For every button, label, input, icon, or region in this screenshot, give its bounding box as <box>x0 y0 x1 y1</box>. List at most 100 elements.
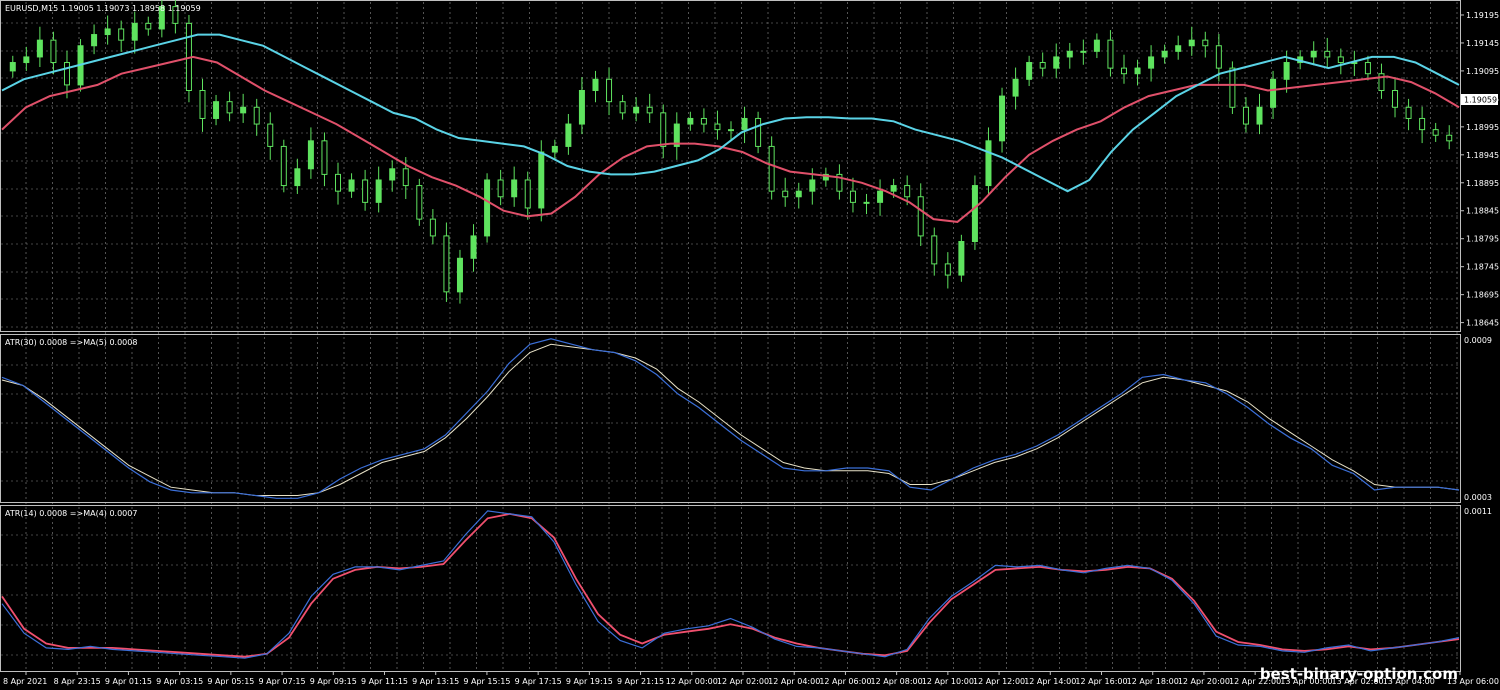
price-pane-frame <box>0 0 1461 332</box>
candle-body <box>741 117 748 131</box>
candle-body <box>362 179 369 203</box>
candle-body <box>1324 50 1331 58</box>
candle-body <box>849 190 856 203</box>
candle-body <box>755 117 762 147</box>
candle-body <box>1202 39 1209 47</box>
time-tick-label: 12 Apr 18:00 <box>1127 677 1179 686</box>
candle-body <box>985 140 992 187</box>
candle-body <box>253 106 260 125</box>
candle-body <box>497 179 504 198</box>
ma-fast-line <box>1 33 1460 193</box>
price-tick-label: 1.18795 <box>1466 235 1499 244</box>
candle-body <box>1256 106 1263 125</box>
candle-body <box>199 89 206 119</box>
candle-body <box>1093 39 1100 52</box>
candle-body <box>917 196 924 237</box>
time-tick-label: 9 Apr 15:15 <box>463 677 510 686</box>
candle-body <box>429 218 436 237</box>
candle-body <box>619 101 626 114</box>
candle-body <box>809 179 816 192</box>
price-axis: 1.191951.191451.190951.190451.189951.189… <box>1460 11 1499 328</box>
atr14-ma-line <box>1 512 1460 658</box>
candle-body <box>768 145 775 192</box>
current-price-label: 1.19059 <box>1464 96 1497 105</box>
candle-body <box>23 56 30 64</box>
candle-body <box>280 145 287 187</box>
candle-body <box>335 173 342 192</box>
candle-body <box>131 22 138 41</box>
time-tick-label: 9 Apr 05:15 <box>207 677 254 686</box>
candle-body <box>1419 117 1426 131</box>
atr14-axis-max: 0.0011 <box>1464 507 1492 516</box>
candle-body <box>1283 62 1290 80</box>
candle-body <box>1446 134 1453 142</box>
candle-body <box>1134 67 1141 75</box>
price-tick-label: 1.18695 <box>1466 291 1499 300</box>
price-tick-label: 1.18745 <box>1466 263 1499 272</box>
candle-body <box>389 168 396 181</box>
candle-body <box>1039 62 1046 69</box>
candle-body <box>646 106 653 114</box>
trading-chart[interactable]: 1.191951.191451.190951.190451.189951.189… <box>0 0 1500 690</box>
time-tick-label: 9 Apr 01:15 <box>105 677 152 686</box>
candle-body <box>971 185 978 243</box>
time-tick-label: 9 Apr 07:15 <box>259 677 306 686</box>
candle-body <box>1242 106 1249 125</box>
candle-body <box>321 140 328 175</box>
candle-body <box>890 185 897 192</box>
time-tick-label: 12 Apr 04:00 <box>768 677 820 686</box>
candle-body <box>267 123 274 147</box>
candle-body <box>1432 129 1439 136</box>
candle-body <box>63 62 70 86</box>
atr30-pane: 0.0009 0.0003 ATR(30) 0.0008 =>MA(5) 0.0… <box>0 334 1492 503</box>
candle-body <box>36 39 43 58</box>
candle-body <box>863 201 870 204</box>
candle-body <box>416 185 423 220</box>
candle-body <box>1053 56 1060 69</box>
candle-body <box>402 168 409 187</box>
time-tick-label: 9 Apr 17:15 <box>515 677 562 686</box>
time-tick-label: 9 Apr 21:15 <box>617 677 664 686</box>
atr30-ma-line <box>1 343 1460 496</box>
time-tick-label: 9 Apr 11:15 <box>361 677 408 686</box>
candle-body <box>714 123 721 131</box>
candle-body <box>1080 50 1087 53</box>
atr14-pane-frame <box>0 505 1461 672</box>
candle-body <box>443 235 450 293</box>
candle-body <box>213 101 220 119</box>
time-tick-label: 12 Apr 08:00 <box>871 677 923 686</box>
candle-body <box>633 106 640 114</box>
candle-body <box>1337 56 1344 64</box>
candle-body <box>1364 62 1371 75</box>
candle-body <box>1148 56 1155 69</box>
atr30-axis-max: 0.0009 <box>1464 336 1492 345</box>
candle-body <box>1310 50 1317 58</box>
candle-body <box>375 179 382 203</box>
price-tick-label: 1.18995 <box>1466 123 1499 132</box>
candle-body <box>240 106 247 114</box>
atr30-line <box>1 338 1460 499</box>
candle-body <box>456 257 463 293</box>
candle-body <box>999 95 1006 142</box>
price-tick-label: 1.18895 <box>1466 179 1499 188</box>
time-tick-label: 12 Apr 14:00 <box>1024 677 1076 686</box>
price-tick-label: 1.18945 <box>1466 151 1499 160</box>
price-tick-label: 1.19095 <box>1466 67 1499 76</box>
time-tick-label: 12 Apr 06:00 <box>819 677 871 686</box>
candle-body <box>700 117 707 125</box>
candle-body <box>470 235 477 259</box>
candle-body <box>904 185 911 198</box>
candle-body <box>1120 67 1127 75</box>
candle-body <box>1270 78 1277 108</box>
candle-body <box>524 179 531 209</box>
atr14-line <box>1 510 1460 659</box>
candlesticks <box>9 0 1453 304</box>
candle-body <box>1175 45 1182 52</box>
candle-body <box>9 62 16 72</box>
price-pane: 1.191951.191451.190951.190451.189951.189… <box>0 0 1499 332</box>
candle-body <box>606 78 613 103</box>
candle-body <box>1066 50 1073 58</box>
time-tick-label: 12 Apr 10:00 <box>922 677 974 686</box>
time-tick-label: 12 Apr 02:00 <box>717 677 769 686</box>
time-tick-label: 12 Apr 16:00 <box>1075 677 1127 686</box>
